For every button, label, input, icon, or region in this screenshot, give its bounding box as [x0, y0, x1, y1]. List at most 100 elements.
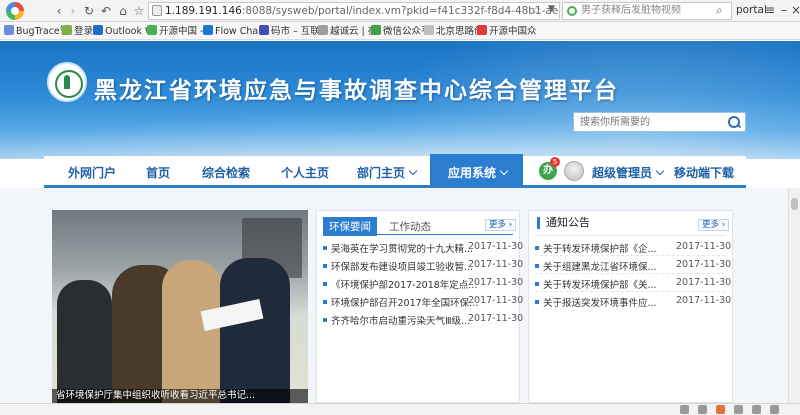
current-tab-label[interactable]: portal [736, 4, 767, 16]
bookmark-item[interactable]: 开源中国 - [147, 25, 203, 38]
page-scrollbar[interactable] [788, 188, 800, 403]
search-engine-icon [567, 6, 577, 16]
page-info-icon [152, 5, 162, 16]
list-item[interactable]: 环保部发布建设项目竣工验收暂... [323, 259, 473, 273]
bookmark-favicon-icon [318, 25, 328, 35]
bookmark-favicon-icon [259, 25, 269, 35]
list-item[interactable]: 关于转发环境保护部《关... [535, 277, 657, 291]
forward-icon[interactable]: › [66, 3, 80, 19]
search-input[interactable] [574, 113, 724, 131]
bookmark-item[interactable]: BugTrace管 [4, 25, 69, 38]
nav-item-department[interactable]: 部门主页 [357, 164, 418, 181]
bullet-icon [535, 300, 539, 304]
bullet-icon [535, 264, 539, 268]
status-icon[interactable] [770, 405, 779, 414]
search-icon[interactable] [727, 115, 741, 129]
reload-icon[interactable]: ↻ [82, 3, 96, 19]
close-icon[interactable]: × [790, 3, 800, 17]
list-item[interactable]: 环境保护部召开2017年全国环保... [323, 295, 478, 309]
notice-title: 通知公告 [537, 217, 590, 229]
bullet-icon [323, 264, 327, 268]
chevron-down-icon [408, 166, 418, 176]
page-title: 黑龙江省环境应急与事故调查中心综合管理平台 [94, 78, 619, 104]
back-icon[interactable]: ‹ [52, 3, 66, 19]
chevron-down-icon [499, 166, 509, 176]
favorite-star-icon[interactable]: ☆ [132, 3, 146, 19]
chevron-down-icon[interactable]: ▼ [548, 4, 555, 14]
bookmark-item[interactable]: 北京思路创 [424, 25, 484, 38]
bookmark-favicon-icon [62, 25, 72, 35]
address-bar[interactable]: 1.189.191.146:8088/sysweb/portal/index.v… [148, 2, 560, 20]
notice-panel: 通知公告 更多 › 关于转发环境保护部《企... 2017-11-30 关于组建… [528, 210, 733, 403]
bookmark-favicon-icon [371, 25, 381, 35]
list-date: 2017-11-30 [468, 277, 524, 288]
bullet-icon [535, 282, 539, 286]
bullet-icon [535, 246, 539, 250]
list-date: 2017-11-30 [468, 313, 524, 324]
home-icon[interactable]: ⌂ [116, 3, 130, 19]
status-icon[interactable] [716, 405, 725, 414]
bullet-icon [323, 300, 327, 304]
nav-item-search[interactable]: 综合检索 [202, 164, 250, 181]
bookmark-item[interactable]: Flow Chart [203, 25, 266, 38]
main-nav: 外网门户 首页 综合检索 个人主页 部门主页 应用系统 办 5 超级管理员 移动… [44, 154, 746, 188]
list-date: 2017-11-30 [676, 295, 732, 306]
url-path: :8088/sysweb/portal/index.vm?pkid=f41c33… [241, 5, 559, 17]
web-search-box[interactable]: 男子获释后发脏物视频 [562, 2, 732, 20]
bookmark-favicon-icon [203, 25, 213, 35]
menu-icon[interactable]: ≡ [764, 3, 776, 17]
chevron-down-icon [655, 166, 665, 176]
news-photo[interactable] [52, 210, 308, 403]
list-date: 2017-11-30 [468, 241, 524, 252]
list-item[interactable]: 关于转发环境保护部《企... [535, 241, 657, 255]
browser-logo-icon[interactable] [6, 2, 24, 20]
photo-caption[interactable]: 省环境保护厅集中组织收听收看习近平总书记... [52, 389, 308, 403]
browser-toolbar: ‹ › ↻ ↶ ⌂ ☆ 1.189.191.146:8088/sysweb/po… [0, 0, 800, 22]
news-panel: 环保要闻 工作动态 更多 › 吴海英在学习贯彻党的十九大精... 2017-11… [316, 210, 524, 403]
nav-item-portal[interactable]: 外网门户 [68, 164, 116, 181]
bookmark-item[interactable]: 码市 – 互联 [259, 25, 320, 38]
list-item[interactable]: 齐齐哈尔市启动重污染天气Ⅲ级... [323, 313, 470, 327]
avatar[interactable] [564, 161, 584, 181]
environment-emblem-icon [47, 62, 87, 102]
list-item[interactable]: 关于报送突发环境事件应... [535, 295, 657, 309]
nav-item-personal[interactable]: 个人主页 [281, 164, 329, 181]
list-date: 2017-11-30 [468, 259, 524, 270]
nav-item-apps[interactable]: 应用系统 [430, 154, 524, 185]
bookmark-favicon-icon [424, 25, 434, 35]
site-header: 黑龙江省环境应急与事故调查中心综合管理平台 [0, 41, 800, 159]
bullet-icon [323, 246, 327, 250]
bookmark-item[interactable]: 登录 [62, 25, 93, 38]
bullet-icon [323, 318, 327, 322]
list-item[interactable]: 《环境保护部2017-2018年定点... [323, 277, 477, 291]
undo-icon[interactable]: ↶ [99, 3, 113, 19]
status-icon[interactable] [698, 405, 707, 414]
status-icon[interactable] [680, 405, 689, 414]
bookmark-item[interactable]: Outlook W [93, 25, 154, 38]
nav-item-home[interactable]: 首页 [146, 164, 170, 181]
list-item[interactable]: 关于组建黑龙江省环境保... [535, 259, 657, 273]
notice-more-button[interactable]: 更多 › [698, 219, 730, 231]
site-search-box [573, 112, 746, 132]
news-more-button[interactable]: 更多 › [485, 219, 517, 231]
bookmark-favicon-icon [477, 25, 487, 35]
bookmark-favicon-icon [93, 25, 103, 35]
notification-badge: 5 [550, 157, 560, 167]
bookmark-item[interactable]: 越诚云 | 在 [318, 25, 377, 38]
mobile-download-link[interactable]: 移动端下载 [674, 164, 734, 181]
bookmark-item[interactable]: 微信公众平 [371, 25, 431, 38]
list-date: 2017-11-30 [468, 295, 524, 306]
bookmark-item[interactable]: 开源中国众 [477, 25, 537, 38]
status-icon[interactable] [752, 405, 761, 414]
list-date: 2017-11-30 [676, 277, 732, 288]
bookmark-star-icon[interactable]: ☆ [531, 3, 542, 17]
bookmarks-bar: BugTrace管 登录 Outlook W 开源中国 - Flow Chart… [0, 22, 800, 40]
status-icon[interactable] [734, 405, 743, 414]
list-date: 2017-11-30 [676, 241, 732, 252]
web-search-placeholder: 男子获释后发脏物视频 [581, 5, 681, 16]
list-item[interactable]: 吴海英在学习贯彻党的十九大精... [323, 241, 473, 255]
web-search-icon[interactable]: ⌕ [716, 3, 723, 18]
user-menu[interactable]: 超级管理员 [592, 164, 665, 181]
minimize-icon[interactable]: – [778, 3, 790, 17]
list-date: 2017-11-30 [676, 259, 732, 270]
